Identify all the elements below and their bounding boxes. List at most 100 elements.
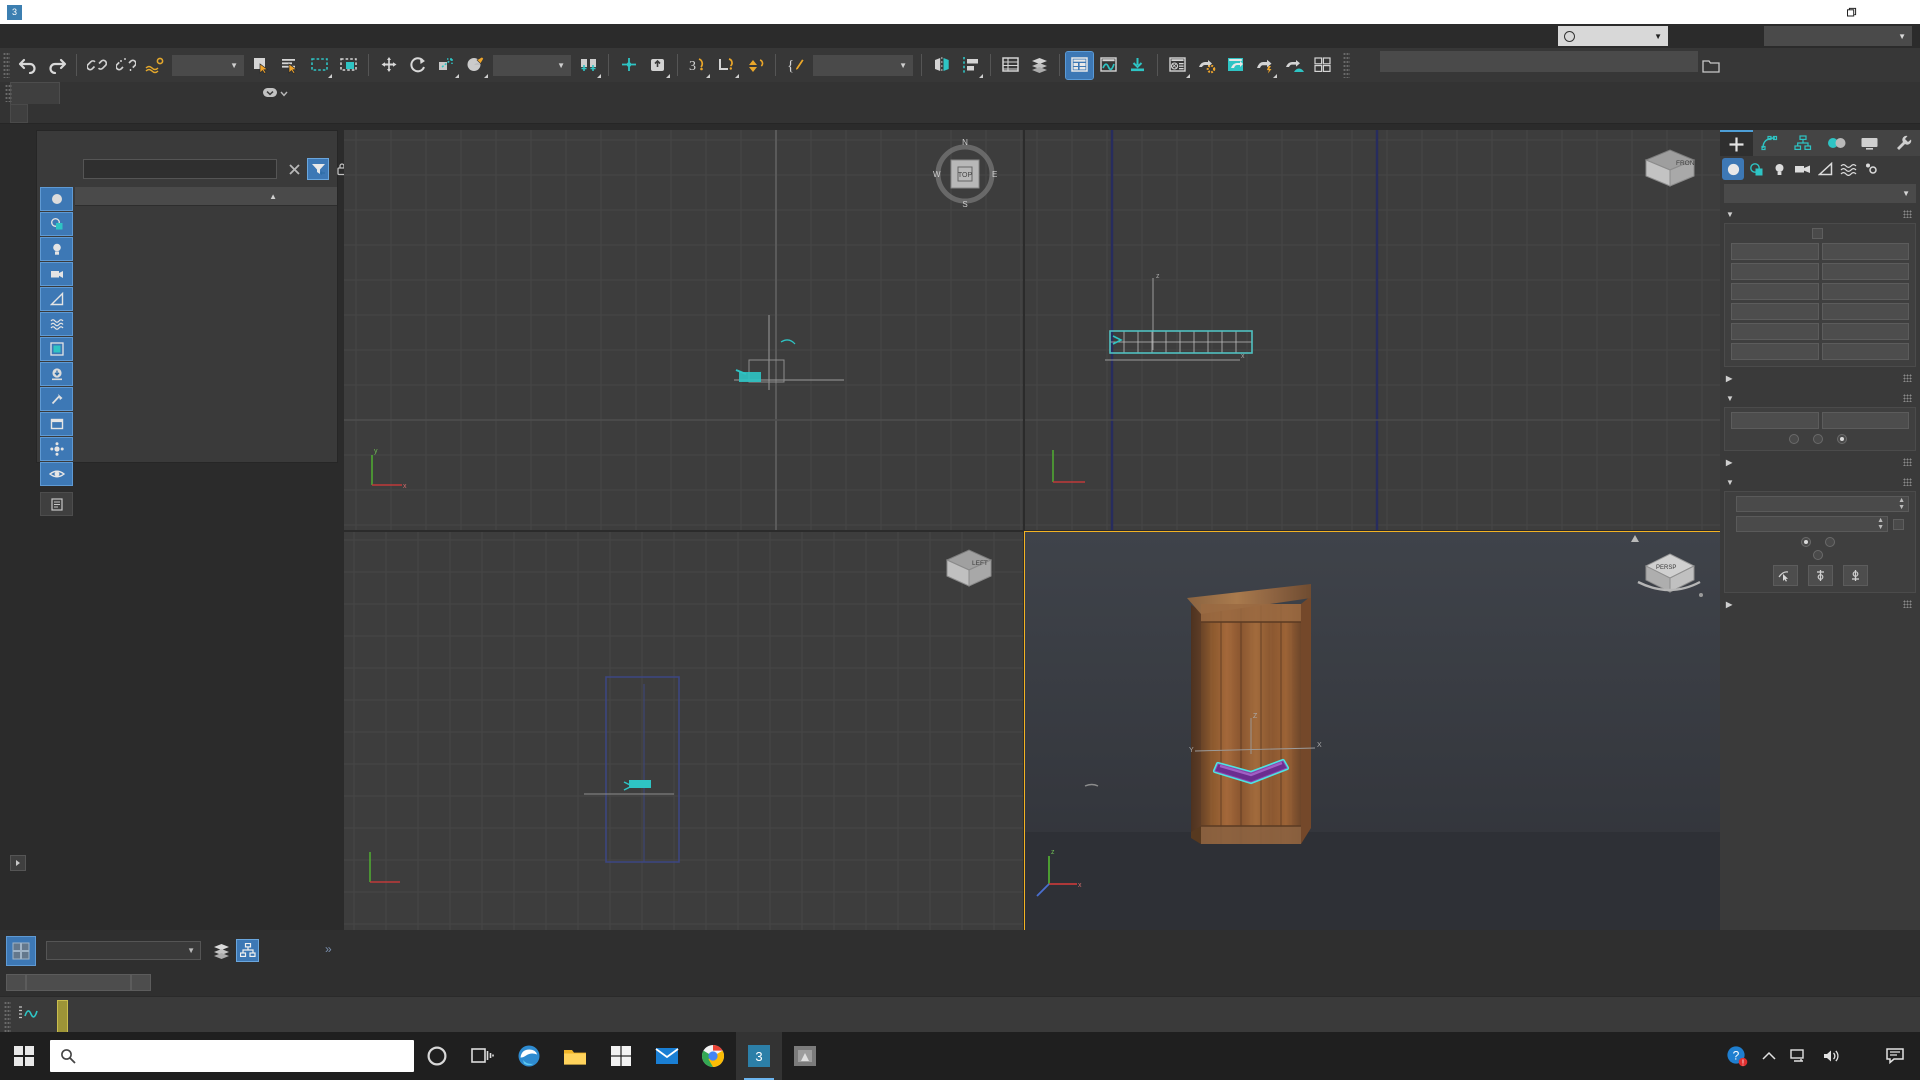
snaps-toggle-icon[interactable] xyxy=(644,52,671,79)
get-path-button[interactable] xyxy=(1731,412,1819,429)
subcategory-dropdown[interactable]: ▼ xyxy=(1724,184,1916,203)
select-link-icon[interactable] xyxy=(83,52,110,79)
viewport-light-icon[interactable] xyxy=(1628,532,1642,546)
create-tab[interactable] xyxy=(1720,130,1754,156)
display-particles-icon[interactable] xyxy=(40,437,73,461)
view-cube-top[interactable]: TOP N W E S xyxy=(929,136,1001,208)
tab-object-paint[interactable] xyxy=(156,82,204,104)
render-setup-icon[interactable] xyxy=(1193,52,1220,79)
time-slider[interactable] xyxy=(57,1000,68,1034)
path-steps-radio[interactable] xyxy=(1813,550,1823,560)
connect-button[interactable] xyxy=(1821,263,1909,280)
display-helpers-icon[interactable] xyxy=(40,287,73,311)
display-geometry-icon[interactable] xyxy=(40,187,73,211)
material-editor-icon[interactable] xyxy=(1164,52,1191,79)
display-bones-icon[interactable] xyxy=(40,387,73,411)
shapemerge-button[interactable] xyxy=(1821,283,1909,300)
rollout-header-name-and-color[interactable]: ▶ xyxy=(1724,369,1916,387)
select-object-icon[interactable] xyxy=(248,52,275,79)
ribbon-grip[interactable] xyxy=(5,84,12,102)
tab-modeling[interactable] xyxy=(10,82,60,104)
view-cube-left[interactable]: LEFT xyxy=(939,542,999,594)
bind-space-warp-icon[interactable] xyxy=(141,52,168,79)
percent-snap-icon[interactable] xyxy=(713,52,740,79)
autogrid-checkbox-row[interactable] xyxy=(1731,228,1909,239)
percentage-radio[interactable] xyxy=(1801,537,1811,547)
display-groups-icon[interactable] xyxy=(40,337,73,361)
move-radio[interactable] xyxy=(1789,434,1799,444)
undo-icon[interactable] xyxy=(14,52,41,79)
blobmesh-button[interactable] xyxy=(1731,283,1819,300)
layer-explorer-icon[interactable] xyxy=(997,52,1024,79)
chrome-icon[interactable] xyxy=(690,1032,736,1080)
expand-toolbar-icon[interactable]: » xyxy=(325,942,332,956)
layer-explorer-icon[interactable] xyxy=(210,940,232,961)
conform-button[interactable] xyxy=(1731,263,1819,280)
cameras-icon[interactable] xyxy=(1791,158,1813,180)
current-layer-dropdown[interactable]: ▼ xyxy=(46,941,201,960)
viewport-left[interactable]: LEFT xyxy=(344,532,1023,932)
photoshop-icon[interactable] xyxy=(782,1032,828,1080)
angle-snap-icon[interactable]: 3 xyxy=(684,52,711,79)
track-view-icon[interactable] xyxy=(18,1005,40,1021)
sign-in-button[interactable]: ▼ xyxy=(1558,26,1668,46)
clear-search-icon[interactable] xyxy=(283,158,305,180)
select-and-manipulate-icon[interactable] xyxy=(615,52,642,79)
rollout-grip[interactable] xyxy=(1903,394,1912,402)
timeline-ruler[interactable] xyxy=(0,996,1920,1036)
quad-render-icon[interactable] xyxy=(1309,52,1336,79)
next-frame-button[interactable] xyxy=(131,974,151,991)
mirror-icon[interactable] xyxy=(928,52,955,79)
scatter-button[interactable] xyxy=(1821,243,1909,260)
notification-icon[interactable] xyxy=(1879,1047,1920,1065)
geometry-icon[interactable] xyxy=(1722,158,1744,180)
proboolean-button[interactable] xyxy=(1821,323,1909,340)
frame-indicator[interactable] xyxy=(26,974,131,991)
filter-icon[interactable] xyxy=(307,158,329,180)
helpers-icon[interactable] xyxy=(1814,158,1836,180)
display-xrefs-icon[interactable] xyxy=(40,362,73,386)
viewport-front[interactable]: z x FRONT xyxy=(1025,130,1722,530)
rectangular-select-region-icon[interactable] xyxy=(306,52,333,79)
mail-icon[interactable] xyxy=(644,1032,690,1080)
display-options-icon[interactable] xyxy=(40,492,73,516)
ribbon-minimize-button[interactable] xyxy=(252,82,298,104)
select-and-place-icon[interactable] xyxy=(462,52,489,79)
spinner-arrows-icon[interactable]: ▲ ▼ xyxy=(1898,497,1905,511)
toolbar-grip-2[interactable] xyxy=(1343,52,1350,78)
display-cameras-icon[interactable] xyxy=(40,262,73,286)
systems-icon[interactable] xyxy=(1860,158,1882,180)
rollout-header-skin-parameters[interactable]: ▶ xyxy=(1724,595,1916,613)
display-containers-icon[interactable] xyxy=(40,412,73,436)
cortana-icon[interactable] xyxy=(414,1032,460,1080)
spinner-snap-icon[interactable] xyxy=(742,52,769,79)
rollout-header-path-parameters[interactable]: ▼ xyxy=(1724,473,1916,491)
modify-tab[interactable] xyxy=(1753,130,1786,156)
network-icon[interactable] xyxy=(1783,1048,1815,1064)
chevron-up-icon[interactable] xyxy=(1755,1051,1783,1062)
scene-layers-icon[interactable] xyxy=(1026,52,1053,79)
ref-coord-dropdown[interactable]: ▼ xyxy=(493,54,571,76)
motion-tab[interactable] xyxy=(1820,130,1853,156)
hierarchy-tab[interactable] xyxy=(1787,130,1820,156)
store-icon[interactable] xyxy=(598,1032,644,1080)
rollout-header-surface-parameters[interactable]: ▶ xyxy=(1724,453,1916,471)
select-by-name-icon[interactable] xyxy=(277,52,304,79)
redo-icon[interactable] xyxy=(43,52,70,79)
tab-freeform[interactable] xyxy=(60,82,108,104)
display-shapes-icon[interactable] xyxy=(40,212,73,236)
rollout-header-object-type[interactable]: ▼ xyxy=(1724,205,1916,223)
rollout-grip[interactable] xyxy=(1903,210,1912,218)
pick-shape-icon[interactable] xyxy=(1772,565,1798,586)
select-and-scale-icon[interactable] xyxy=(433,52,460,79)
snap-on-checkbox[interactable] xyxy=(1893,518,1904,530)
morph-button[interactable] xyxy=(1731,243,1819,260)
view-cube-front[interactable]: FRONT xyxy=(1640,144,1700,192)
rollout-header-creation-method[interactable]: ▼ xyxy=(1724,389,1916,407)
volume-icon[interactable] xyxy=(1815,1048,1847,1064)
viewport-top[interactable]: y x TOP N W E S xyxy=(344,130,1023,530)
window-crossing-icon[interactable] xyxy=(335,52,362,79)
scene-explorer-icon[interactable] xyxy=(236,939,259,962)
render-activeshade-icon[interactable] xyxy=(1280,52,1307,79)
tab-selection[interactable] xyxy=(108,82,156,104)
